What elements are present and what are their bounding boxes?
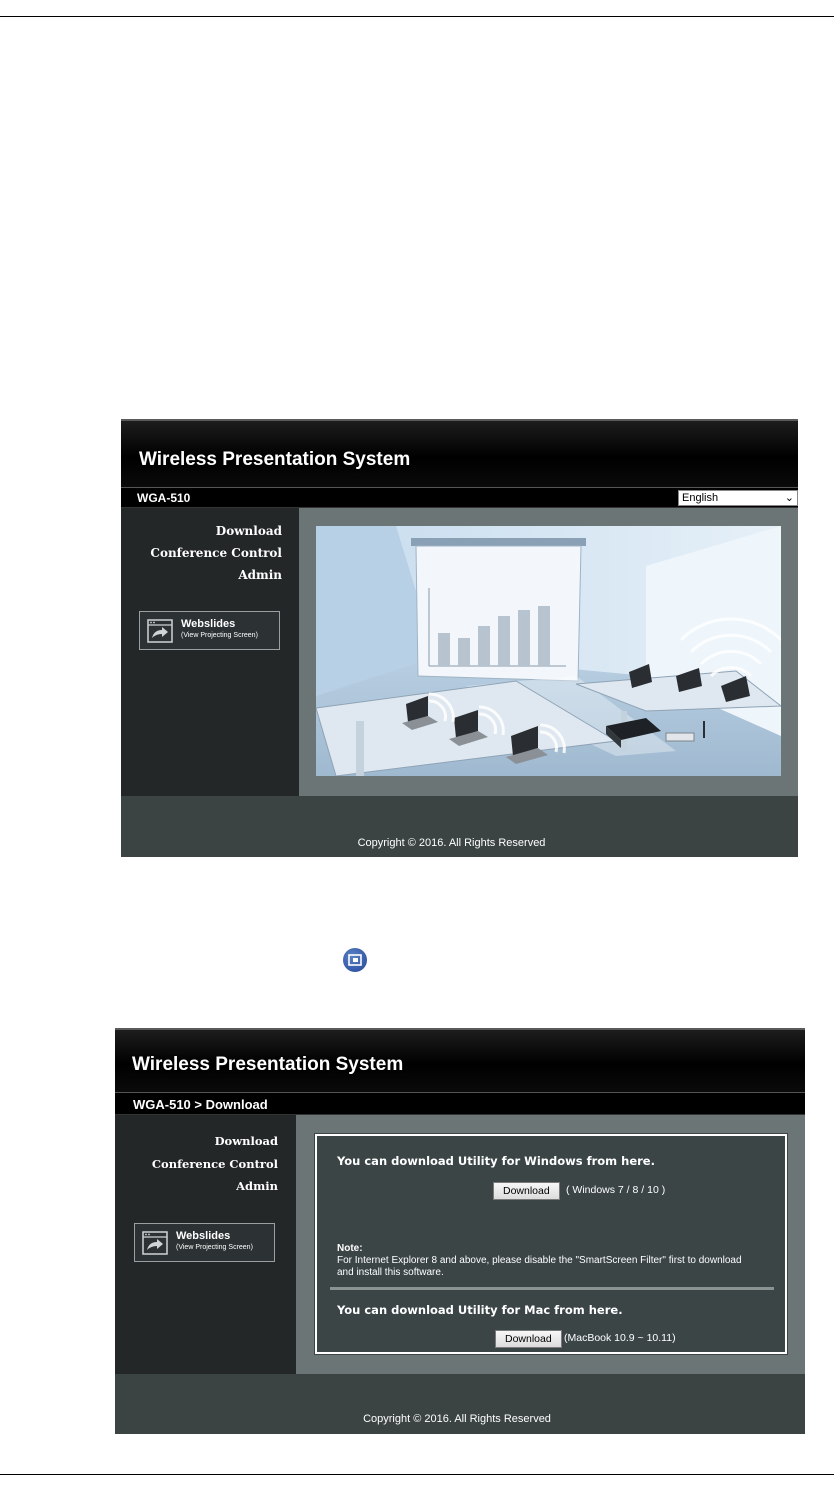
- nav-download[interactable]: Download: [216, 524, 282, 538]
- language-select[interactable]: English ⌄: [678, 490, 798, 506]
- home-screenshot: Wireless Presentation System WGA-510 Eng…: [121, 419, 798, 857]
- section-divider: [330, 1287, 774, 1290]
- top-rule: [0, 16, 834, 17]
- copyright-text: Copyright © 2016. All Rights Reserved: [357, 837, 546, 849]
- conference-room-illustration: [316, 526, 781, 776]
- webslides-button[interactable]: Webslides (View Projecting Screen): [139, 611, 280, 650]
- nav-conference-control[interactable]: Conference Control: [150, 546, 282, 560]
- language-selected: English: [682, 492, 719, 504]
- webslides-title: Webslides: [181, 618, 236, 630]
- webslides-button[interactable]: Webslides (View Projecting Screen): [134, 1223, 275, 1262]
- breadcrumb: WGA-510 > Download: [133, 1097, 268, 1112]
- footer: Copyright © 2016. All Rights Reserved: [121, 796, 798, 857]
- app-title: Wireless Presentation System: [132, 1054, 404, 1075]
- webslides-subtitle: (View Projecting Screen): [181, 632, 258, 639]
- projector-arrow-icon: [142, 1231, 168, 1255]
- nav-conference-control[interactable]: Conference Control: [152, 1157, 278, 1171]
- nav-admin[interactable]: Admin: [236, 1179, 278, 1193]
- mac-heading: You can download Utility for Mac from he…: [337, 1303, 623, 1317]
- content-area: [299, 508, 798, 796]
- breadcrumb-bar: WGA-510 > Download: [115, 1092, 805, 1115]
- chevron-down-icon: ⌄: [784, 492, 794, 504]
- copyright-text: Copyright © 2016. All Rights Reserved: [363, 1413, 551, 1425]
- windows-versions: ( Windows 7 / 8 / 10 ): [566, 1184, 666, 1196]
- webslides-title: Webslides: [176, 1230, 231, 1242]
- app-title: Wireless Presentation System: [139, 449, 411, 470]
- mac-download-button[interactable]: Download: [495, 1330, 562, 1348]
- mac-versions: (MacBook 10.9 ~ 10.11): [564, 1332, 676, 1344]
- nav-admin[interactable]: Admin: [238, 568, 282, 582]
- sidebar: Download Conference Control Admin Websli…: [121, 508, 299, 796]
- bottom-rule: [0, 1474, 834, 1475]
- app-header: Wireless Presentation System: [121, 419, 798, 487]
- windows-download-button[interactable]: Download: [493, 1182, 560, 1200]
- download-screenshot: Wireless Presentation System WGA-510 > D…: [115, 1028, 805, 1434]
- windows-heading: You can download Utility for Windows fro…: [337, 1154, 655, 1168]
- device-bar: WGA-510 English ⌄: [121, 487, 798, 508]
- webslides-app-icon: [343, 948, 367, 972]
- app-header: Wireless Presentation System: [115, 1028, 805, 1092]
- nav-download[interactable]: Download: [215, 1134, 278, 1148]
- download-box: You can download Utility for Windows fro…: [314, 1133, 788, 1355]
- device-label: WGA-510: [137, 491, 191, 505]
- note-title: Note:: [337, 1243, 363, 1254]
- webslides-subtitle: (View Projecting Screen): [176, 1244, 253, 1251]
- projector-icon: [348, 954, 362, 966]
- sidebar: Download Conference Control Admin Websli…: [115, 1115, 296, 1374]
- note-text: For Internet Explorer 8 and above, pleas…: [337, 1255, 742, 1278]
- content-area: You can download Utility for Windows fro…: [296, 1115, 805, 1374]
- footer: Copyright © 2016. All Rights Reserved: [115, 1374, 805, 1434]
- projector-arrow-icon: [147, 619, 173, 643]
